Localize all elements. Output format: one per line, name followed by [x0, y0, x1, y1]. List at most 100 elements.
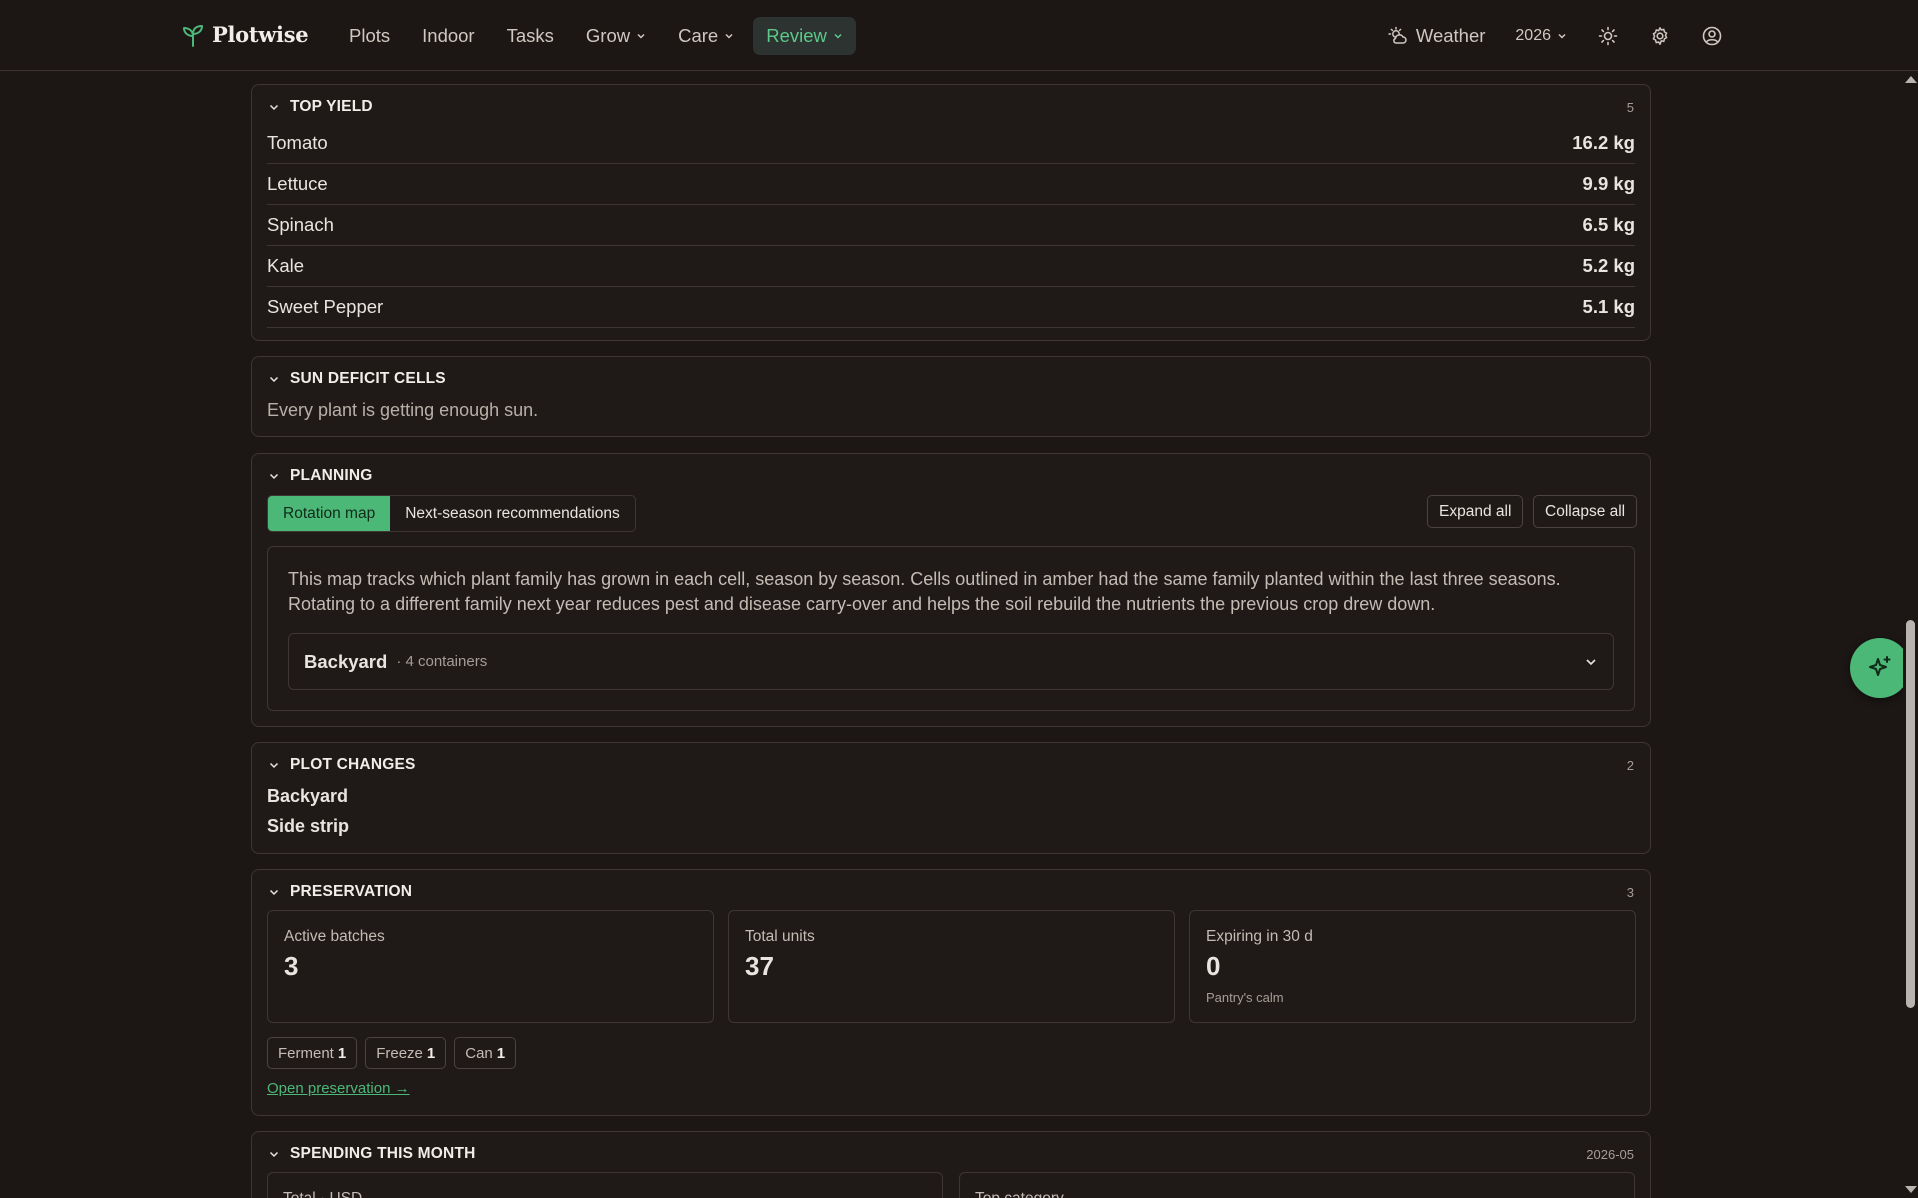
yield-row: Sweet Pepper 5.1 kg [267, 287, 1635, 328]
sun-deficit-header[interactable]: SUN DEFICIT CELLS [268, 367, 1634, 391]
account-icon [1702, 26, 1722, 46]
empty-state-message: Every plant is getting enough sun. [267, 400, 539, 420]
chip-can[interactable]: Can 1 [454, 1037, 517, 1069]
account-button[interactable] [1693, 17, 1731, 55]
collapse-chevron-icon [269, 473, 279, 480]
scroll-up-arrow-icon[interactable] [1905, 76, 1917, 83]
crop-yield: 5.1 kg [1582, 296, 1635, 317]
sun-deficit-card: SUN DEFICIT CELLS Every plant is getting… [251, 356, 1651, 437]
stat-expiring: Expiring in 30 d 0 Pantry's calm [1189, 910, 1636, 1023]
nav-label: Care [678, 25, 719, 46]
crop-yield: 5.2 kg [1582, 255, 1635, 276]
stat-note: Pantry's calm [1206, 990, 1284, 1005]
collapse-chevron-icon [269, 1151, 279, 1158]
card-title: PRESERVATION [290, 883, 413, 900]
card-title: TOP YIELD [290, 98, 373, 115]
crop-yield: 9.9 kg [1582, 173, 1635, 194]
spending-total-label: Total · USD [283, 1190, 362, 1198]
card-title: SPENDING THIS MONTH [290, 1145, 476, 1162]
nav-label: Plots [349, 25, 391, 46]
count-badge: 2 [1626, 757, 1634, 773]
plot-changes-header[interactable]: PLOT CHANGES 2 [268, 753, 1634, 777]
description-line: This map tracks which plant family has g… [288, 569, 1561, 589]
year-value: 2026 [1515, 27, 1551, 44]
tab-rotation-map[interactable]: Rotation map [268, 496, 391, 531]
year-select[interactable]: 2026 [1507, 17, 1575, 55]
nav-item-indoor[interactable]: Indoor [409, 17, 487, 55]
stat-value: 3 [284, 951, 299, 981]
planning-tabs: Rotation map Next-season recommendations [267, 495, 636, 532]
plot-container-count: · 4 containers [396, 653, 488, 670]
main-nav: Plots Indoor Tasks Grow Care Review [336, 17, 856, 55]
rotation-map-description: This map tracks which plant family has g… [288, 567, 1614, 617]
stat-label: Total units [745, 928, 815, 945]
chip-label: Can [465, 1044, 493, 1062]
spending-top-category-box: Top category [959, 1172, 1635, 1198]
settings-button[interactable] [1641, 17, 1679, 55]
chevron-down-icon [725, 33, 733, 39]
stat-total-units: Total units 37 [728, 910, 1175, 1023]
crop-name: Lettuce [267, 173, 328, 194]
spending-header[interactable]: SPENDING THIS MONTH 2026-05 [268, 1142, 1634, 1166]
spending-top-category-label: Top category [975, 1190, 1064, 1198]
nav-label: Indoor [422, 25, 475, 46]
description-line: Rotating to a different family next year… [288, 594, 1436, 614]
collapse-all-button[interactable]: Collapse all [1533, 495, 1638, 528]
chip-label: Freeze [376, 1044, 423, 1062]
nav-item-grow[interactable]: Grow [573, 17, 659, 55]
sprout-icon [183, 24, 203, 47]
chip-freeze[interactable]: Freeze 1 [365, 1037, 447, 1069]
preservation-header[interactable]: PRESERVATION 3 [268, 880, 1634, 904]
plot-change-item[interactable]: Side strip [267, 816, 349, 837]
count-badge: 5 [1626, 99, 1634, 115]
chip-count: 1 [337, 1044, 347, 1062]
stat-label: Expiring in 30 d [1206, 928, 1313, 945]
yield-row: Kale 5.2 kg [267, 246, 1635, 287]
ai-assistant-button[interactable] [1850, 638, 1910, 698]
nav-item-care[interactable]: Care [665, 17, 747, 55]
top-yield-card: TOP YIELD 5 Tomato 16.2 kg Lettuce 9.9 k… [251, 84, 1651, 341]
nav-label: Tasks [506, 25, 554, 46]
scroll-down-arrow-icon[interactable] [1905, 1186, 1917, 1193]
count-badge: 3 [1626, 884, 1634, 900]
stat-active-batches: Active batches 3 [267, 910, 714, 1023]
weather-icon [1388, 26, 1407, 44]
nav-item-review[interactable]: Review [753, 17, 856, 55]
planning-card: PLANNING Rotation map Next-season recomm… [251, 453, 1651, 727]
theme-toggle-button[interactable] [1589, 17, 1627, 55]
theme-sun-icon [1598, 26, 1618, 46]
yield-row: Spinach 6.5 kg [267, 205, 1635, 246]
expand-all-button[interactable]: Expand all [1427, 495, 1524, 528]
preservation-method-chips: Ferment 1 Freeze 1 Can 1 [267, 1037, 517, 1069]
card-title: PLANNING [290, 467, 373, 484]
spending-card: SPENDING THIS MONTH 2026-05 Total · USD … [251, 1131, 1651, 1198]
brand-name: Plotwise [212, 22, 309, 47]
chip-ferment[interactable]: Ferment 1 [267, 1037, 358, 1069]
open-preservation-link[interactable]: Open preservation → [267, 1080, 410, 1097]
crop-yield: 16.2 kg [1572, 132, 1635, 153]
top-yield-header[interactable]: TOP YIELD 5 [268, 95, 1634, 119]
tab-next-season-recommendations[interactable]: Next-season recommendations [390, 496, 635, 531]
planning-header[interactable]: PLANNING [268, 464, 1634, 488]
crop-yield: 6.5 kg [1582, 214, 1635, 235]
header-tools: Weather 2026 [1380, 17, 1731, 55]
plot-accordion-backyard[interactable]: Backyard · 4 containers [288, 633, 1614, 690]
chevron-down-icon [834, 33, 842, 39]
nav-item-plots[interactable]: Plots [336, 17, 403, 55]
settings-gear-icon [1652, 27, 1668, 45]
chevron-down-icon [1586, 658, 1596, 665]
brand-logo[interactable]: Plotwise [182, 22, 309, 47]
yield-row: Tomato 16.2 kg [267, 123, 1635, 164]
stat-value: 37 [745, 951, 774, 981]
crop-name: Tomato [267, 132, 328, 153]
collapse-chevron-icon [269, 889, 279, 896]
plot-changes-card: PLOT CHANGES 2 Backyard Side strip [251, 742, 1651, 854]
chevron-down-icon [1558, 33, 1566, 39]
scrollbar-thumb[interactable] [1906, 620, 1915, 1008]
nav-item-tasks[interactable]: Tasks [494, 17, 567, 55]
plot-change-item[interactable]: Backyard [267, 786, 348, 807]
collapse-chevron-icon [269, 376, 279, 383]
top-navigation-bar: Plotwise Plots Indoor Tasks Grow Care Re… [0, 0, 1918, 71]
chip-count: 1 [426, 1044, 436, 1062]
weather-button[interactable]: Weather [1380, 17, 1494, 55]
